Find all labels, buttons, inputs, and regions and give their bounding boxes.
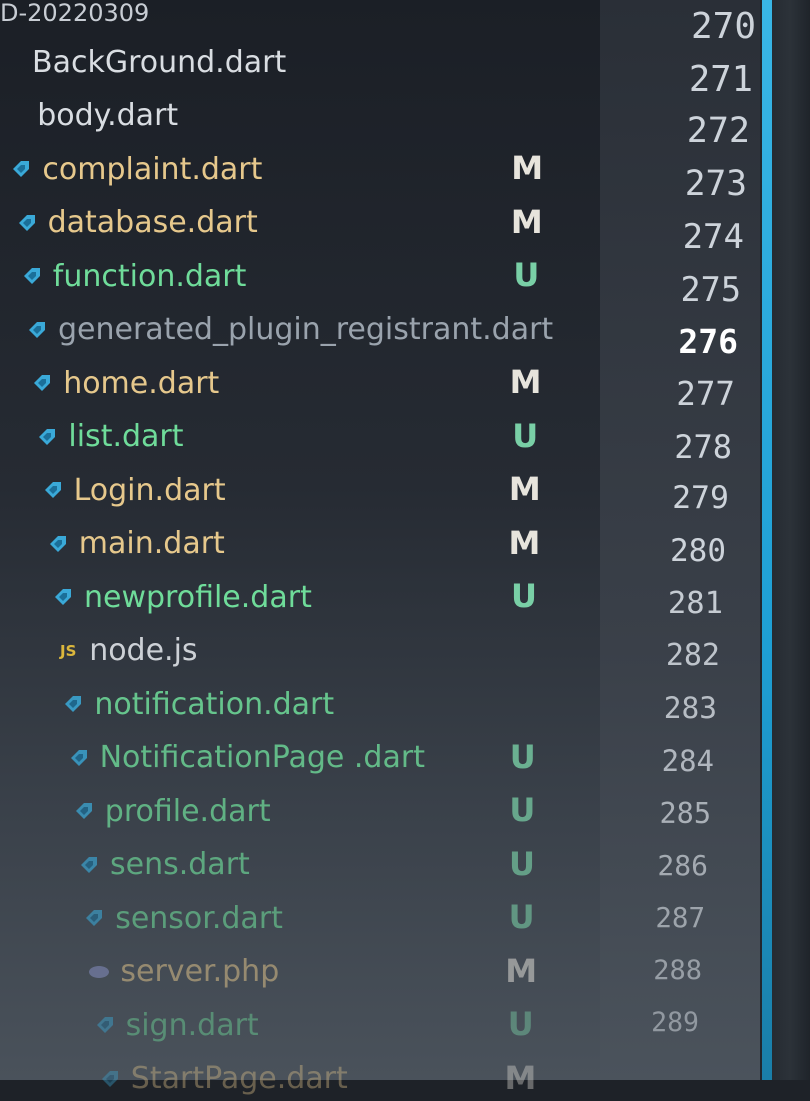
dart-icon <box>14 210 40 236</box>
line-number: 282 <box>665 638 720 674</box>
git-status-badge: U <box>512 416 539 455</box>
file-item[interactable]: sign.dart <box>92 1003 259 1047</box>
line-number: 270 <box>690 6 756 47</box>
git-status-badge: M <box>505 951 538 990</box>
line-number: 289 <box>651 1007 699 1039</box>
git-status-badge: U <box>509 791 536 829</box>
git-status-badge: U <box>513 256 540 294</box>
file-name: StartPage.dart <box>130 1061 348 1096</box>
file-name: BackGround.dart <box>32 44 287 80</box>
file-name: database.dart <box>47 205 258 240</box>
file-name: notification.dart <box>94 686 335 722</box>
line-number: 277 <box>676 374 735 413</box>
line-number: 280 <box>670 533 726 569</box>
file-name: sensor.dart <box>115 900 283 936</box>
file-name: newprofile.dart <box>84 579 312 615</box>
file-name: sens.dart <box>110 847 250 882</box>
file-name: function.dart <box>52 258 247 294</box>
line-number: 278 <box>674 427 732 466</box>
line-number: 271 <box>688 58 753 100</box>
git-status-badge: M <box>508 523 541 562</box>
file-name: Login.dart <box>73 472 226 508</box>
git-status-badge: M <box>510 202 543 241</box>
js-icon: JS <box>59 641 77 660</box>
file-name: NotificationPage .dart <box>99 740 425 775</box>
dart-icon <box>76 852 102 878</box>
file-item[interactable]: database.dart <box>14 201 258 245</box>
line-number: 273 <box>684 164 747 205</box>
file-item[interactable]: body.dart <box>3 94 178 138</box>
line-number: 275 <box>680 269 741 309</box>
file-name: server.php <box>120 954 280 989</box>
line-number: 287 <box>655 901 705 934</box>
file-name: home.dart <box>63 365 220 401</box>
line-number: 276 <box>678 322 738 362</box>
file-item[interactable]: Login.dart <box>40 468 226 512</box>
line-number: 286 <box>657 849 708 883</box>
dart-icon <box>24 317 50 343</box>
dart-icon <box>45 531 71 557</box>
file-name: body.dart <box>37 98 179 133</box>
line-number: 288 <box>653 954 702 986</box>
dart-icon <box>29 370 55 396</box>
file-name: profile.dart <box>104 793 271 829</box>
git-status-badge: M <box>508 470 541 508</box>
file-name: complaint.dart <box>42 151 263 187</box>
dart-icon <box>66 745 92 771</box>
file-item[interactable]: JS node.js <box>55 629 198 673</box>
file-explorer: D-20220309 BackGround.dart body.dart compl… <box>0 0 600 1097</box>
file-item[interactable]: sensor.dart <box>81 896 283 940</box>
file-name: list.dart <box>68 419 184 454</box>
git-status-badge: U <box>509 737 536 776</box>
dart-icon <box>92 1012 118 1038</box>
file-item[interactable]: BackGround.dart <box>0 40 286 84</box>
dart-icon <box>71 798 97 824</box>
file-item[interactable]: StartPage.dart <box>97 1057 348 1101</box>
dart-icon <box>8 156 34 182</box>
file-name: node.js <box>89 633 198 668</box>
dart-icon <box>19 263 45 289</box>
dart-icon <box>81 905 107 931</box>
file-name: main.dart <box>78 526 225 561</box>
dart-icon <box>50 584 76 610</box>
git-status-badge: U <box>508 898 535 936</box>
file-item[interactable]: home.dart <box>29 361 219 405</box>
php-icon <box>86 959 112 985</box>
file-name: generated_plugin_registrant.dart <box>58 312 554 347</box>
git-status-badge: U <box>507 1005 534 1043</box>
file-item[interactable]: server.php <box>86 950 279 994</box>
file-item[interactable]: generated_plugin_registrant.dart <box>24 308 553 352</box>
file-name: sign.dart <box>125 1007 259 1043</box>
git-status-badge: M <box>511 149 544 187</box>
file-item[interactable]: notification.dart <box>60 682 334 726</box>
line-number-gutter: 270 271 272 273 274 275 276 277 278 279 280 281 282 2… <box>600 0 760 1080</box>
line-number: 272 <box>686 111 750 152</box>
line-number: 281 <box>667 585 723 621</box>
git-status-badge: M <box>509 363 542 401</box>
line-number: 285 <box>659 796 711 830</box>
dart-icon <box>60 691 86 717</box>
dart-icon <box>40 477 66 503</box>
dart-icon <box>97 1066 123 1092</box>
line-number: 279 <box>672 480 729 517</box>
git-status-badge: M <box>504 1058 537 1097</box>
git-status-badge: U <box>509 844 535 883</box>
dart-icon <box>34 424 60 450</box>
file-item[interactable]: complaint.dart <box>8 147 262 191</box>
line-number: 274 <box>682 216 744 257</box>
scrollbar[interactable] <box>760 0 810 1080</box>
file-item[interactable]: function.dart <box>19 254 247 298</box>
line-number: 284 <box>661 743 714 778</box>
scrollbar-thumb[interactable] <box>762 0 772 1080</box>
file-item[interactable]: sens.dart <box>76 843 250 887</box>
file-item[interactable]: main.dart <box>45 522 225 566</box>
file-item[interactable]: NotificationPage .dart <box>66 736 425 780</box>
line-number: 283 <box>663 691 717 726</box>
file-item[interactable]: newprofile.dart <box>50 575 312 619</box>
file-item[interactable]: list.dart <box>34 415 184 459</box>
git-status-badge: U <box>511 577 537 615</box>
tab-title[interactable]: D-20220309 <box>0 0 260 26</box>
file-item[interactable]: profile.dart <box>71 789 271 833</box>
